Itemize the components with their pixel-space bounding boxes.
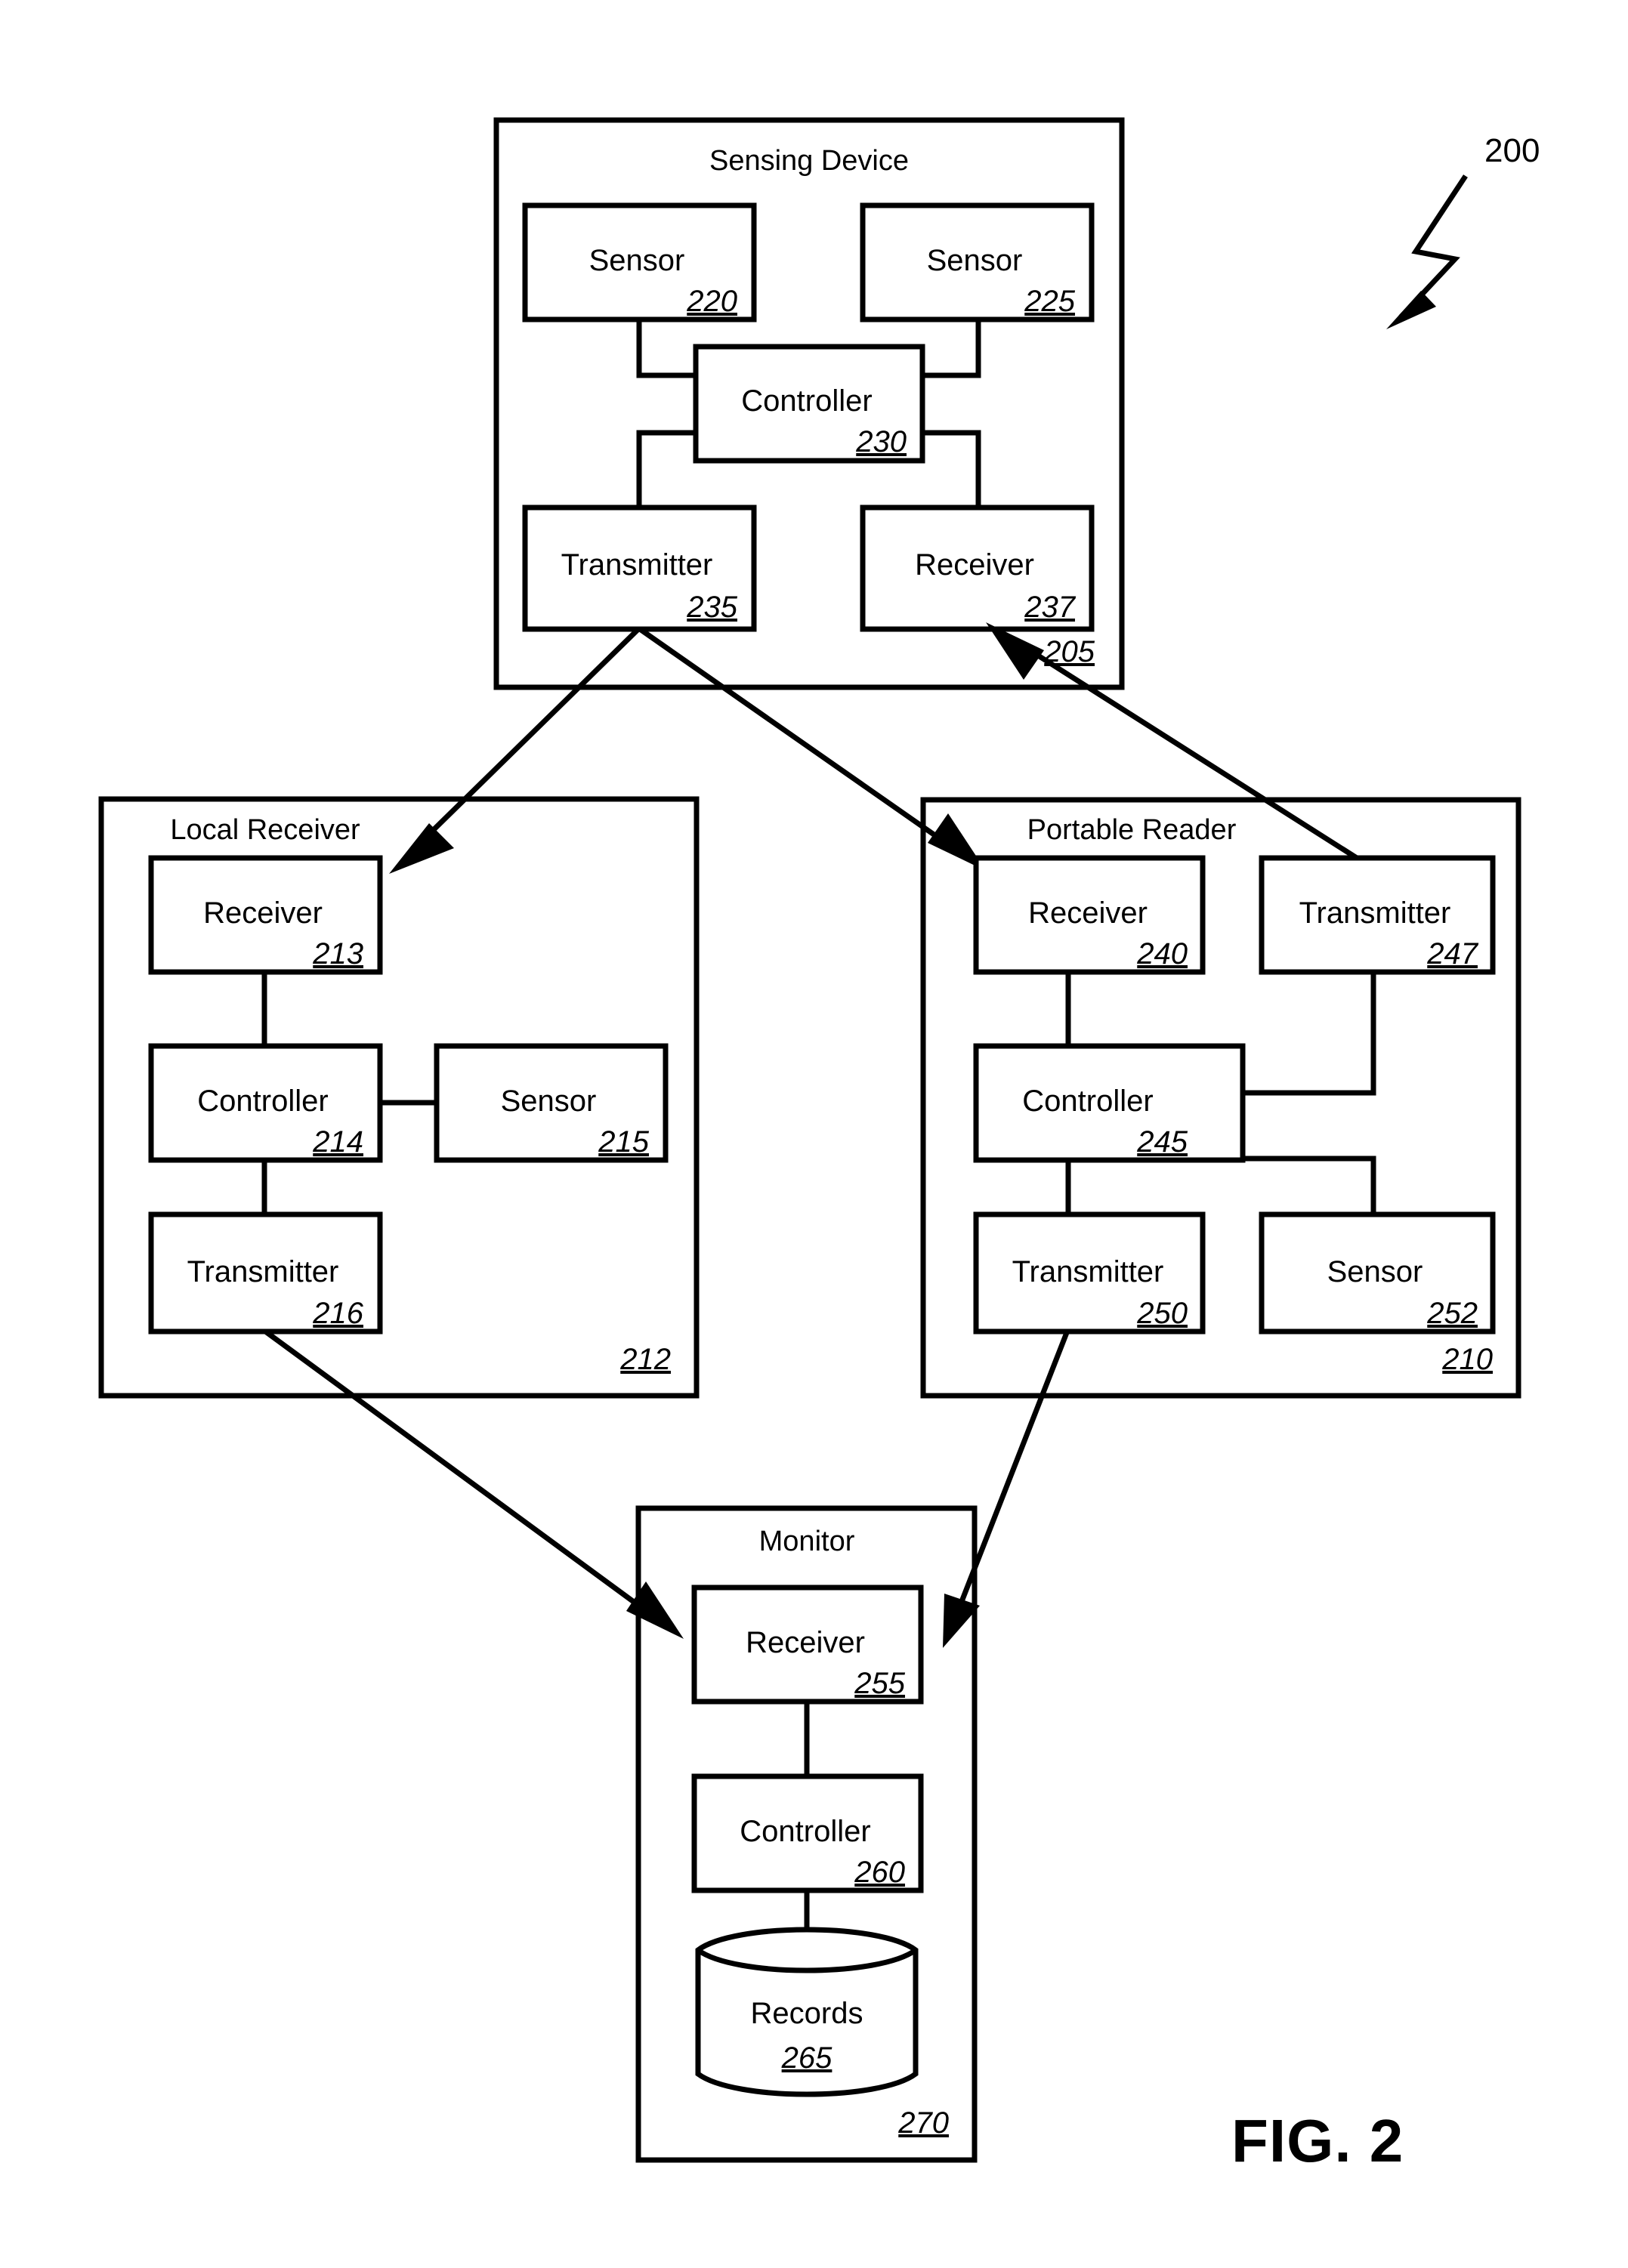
portable-reader-ref: 210 xyxy=(1441,1343,1493,1376)
node-records-265-ref: 265 xyxy=(781,2041,833,2075)
node-controller-245: Controller 245 xyxy=(973,1043,1246,1163)
monitor-title: Monitor xyxy=(759,1526,855,1557)
node-sensor-252-label: Sensor xyxy=(1327,1255,1423,1288)
node-sensor-220: Sensor 220 xyxy=(522,202,757,322)
node-controller-245-label: Controller xyxy=(1022,1085,1153,1118)
flow-transmitter235-to-receiver240 xyxy=(638,627,963,856)
system-ref-leader xyxy=(1386,174,1468,329)
connector-sensor225-controller230 xyxy=(922,319,981,378)
node-controller-214-ref: 214 xyxy=(312,1125,363,1159)
node-controller-260-label: Controller xyxy=(740,1815,870,1848)
group-sensing-device: Sensing Device Sensor 220 Sensor 225 Con… xyxy=(493,117,1125,690)
sensing-device-title: Sensing Device xyxy=(709,145,909,177)
group-portable-reader: Portable Reader Receiver 240 Transmitter… xyxy=(920,797,1521,1399)
local-receiver-ref: 212 xyxy=(619,1343,671,1376)
connector-controller230-receiver237 xyxy=(922,430,981,508)
system-ref-label: 200 xyxy=(1484,132,1540,169)
node-sensor-220-ref: 220 xyxy=(686,285,737,318)
node-receiver-255-label: Receiver xyxy=(746,1626,865,1659)
node-receiver-213-ref: 213 xyxy=(312,937,363,970)
node-receiver-240: Receiver 240 xyxy=(973,855,1206,975)
node-receiver-240-ref: 240 xyxy=(1136,937,1188,970)
node-controller-230: Controller 230 xyxy=(693,344,925,464)
group-local-receiver: Local Receiver Receiver 213 Controller 2… xyxy=(98,796,700,1399)
figure-caption: FIG. 2 xyxy=(1231,2107,1404,2174)
node-receiver-237: Receiver 237 xyxy=(860,505,1095,632)
node-records-265-label: Records xyxy=(751,1997,863,2030)
connector-controller230-transmitter235 xyxy=(636,430,696,508)
node-transmitter-247: Transmitter 247 xyxy=(1259,855,1496,975)
node-transmitter-250-ref: 250 xyxy=(1136,1297,1188,1330)
node-sensor-225-label: Sensor xyxy=(927,244,1023,277)
node-sensor-252: Sensor 252 xyxy=(1259,1211,1496,1335)
system-ref-arrowhead xyxy=(1386,291,1436,329)
node-transmitter-235-ref: 235 xyxy=(686,591,737,624)
node-transmitter-247-ref: 247 xyxy=(1426,937,1478,970)
node-sensor-252-ref: 252 xyxy=(1426,1297,1478,1330)
figure-canvas: 200 Sensing Device Sensor 220 Sensor 225 xyxy=(98,117,1540,2174)
node-receiver-237-label: Receiver xyxy=(915,548,1034,582)
flow-arrowhead-receiver213 xyxy=(389,823,454,874)
node-controller-214-label: Controller xyxy=(197,1085,328,1118)
node-receiver-237-ref: 237 xyxy=(1024,591,1076,624)
node-transmitter-250: Transmitter 250 xyxy=(973,1211,1206,1335)
node-sensor-220-label: Sensor xyxy=(589,244,685,277)
node-controller-214: Controller 214 xyxy=(148,1043,383,1163)
flow-transmitter250-to-receiver255 xyxy=(951,1329,1070,1622)
node-receiver-255: Receiver 255 xyxy=(691,1585,924,1705)
connector-controller245-transmitter247 xyxy=(1243,972,1376,1096)
node-controller-260: Controller 260 xyxy=(691,1773,924,1893)
node-controller-245-ref: 245 xyxy=(1136,1125,1188,1159)
node-transmitter-247-label: Transmitter xyxy=(1299,896,1451,930)
monitor-ref: 270 xyxy=(897,2106,949,2140)
group-monitor: Monitor Receiver 255 Controller 260 Reco… xyxy=(635,1505,978,2163)
node-receiver-213-label: Receiver xyxy=(203,896,323,930)
node-controller-260-ref: 260 xyxy=(854,1856,905,1889)
node-receiver-255-ref: 255 xyxy=(854,1667,905,1700)
node-receiver-240-label: Receiver xyxy=(1028,896,1148,930)
flow-transmitter235-to-receiver213 xyxy=(409,627,641,853)
node-sensor-225: Sensor 225 xyxy=(860,202,1095,322)
node-receiver-213: Receiver 213 xyxy=(148,855,383,975)
node-controller-230-label: Controller xyxy=(741,384,872,418)
connector-controller245-sensor252 xyxy=(1243,1156,1376,1214)
patent-figure-2: 200 Sensing Device Sensor 220 Sensor 225 xyxy=(0,0,1628,2268)
node-sensor-225-ref: 225 xyxy=(1024,285,1075,318)
connector-sensor220-controller230 xyxy=(636,319,696,378)
node-transmitter-250-label: Transmitter xyxy=(1012,1255,1164,1288)
node-records-265: Records 265 xyxy=(695,1927,919,2097)
node-sensor-215-ref: 215 xyxy=(598,1125,649,1159)
flow-transmitter216-to-receiver255 xyxy=(262,1328,662,1623)
node-transmitter-235: Transmitter 235 xyxy=(522,505,757,632)
node-sensor-215-label: Sensor xyxy=(501,1085,597,1118)
portable-reader-title: Portable Reader xyxy=(1027,814,1237,846)
node-transmitter-216: Transmitter 216 xyxy=(148,1211,383,1335)
node-transmitter-216-ref: 216 xyxy=(312,1297,363,1330)
node-sensor-215: Sensor 215 xyxy=(434,1043,669,1163)
node-controller-230-ref: 230 xyxy=(855,425,907,458)
node-transmitter-216-label: Transmitter xyxy=(187,1255,339,1288)
flow-arrowhead-receiver255-left xyxy=(626,1581,684,1639)
node-transmitter-235-label: Transmitter xyxy=(561,548,713,582)
local-receiver-title: Local Receiver xyxy=(170,814,360,846)
